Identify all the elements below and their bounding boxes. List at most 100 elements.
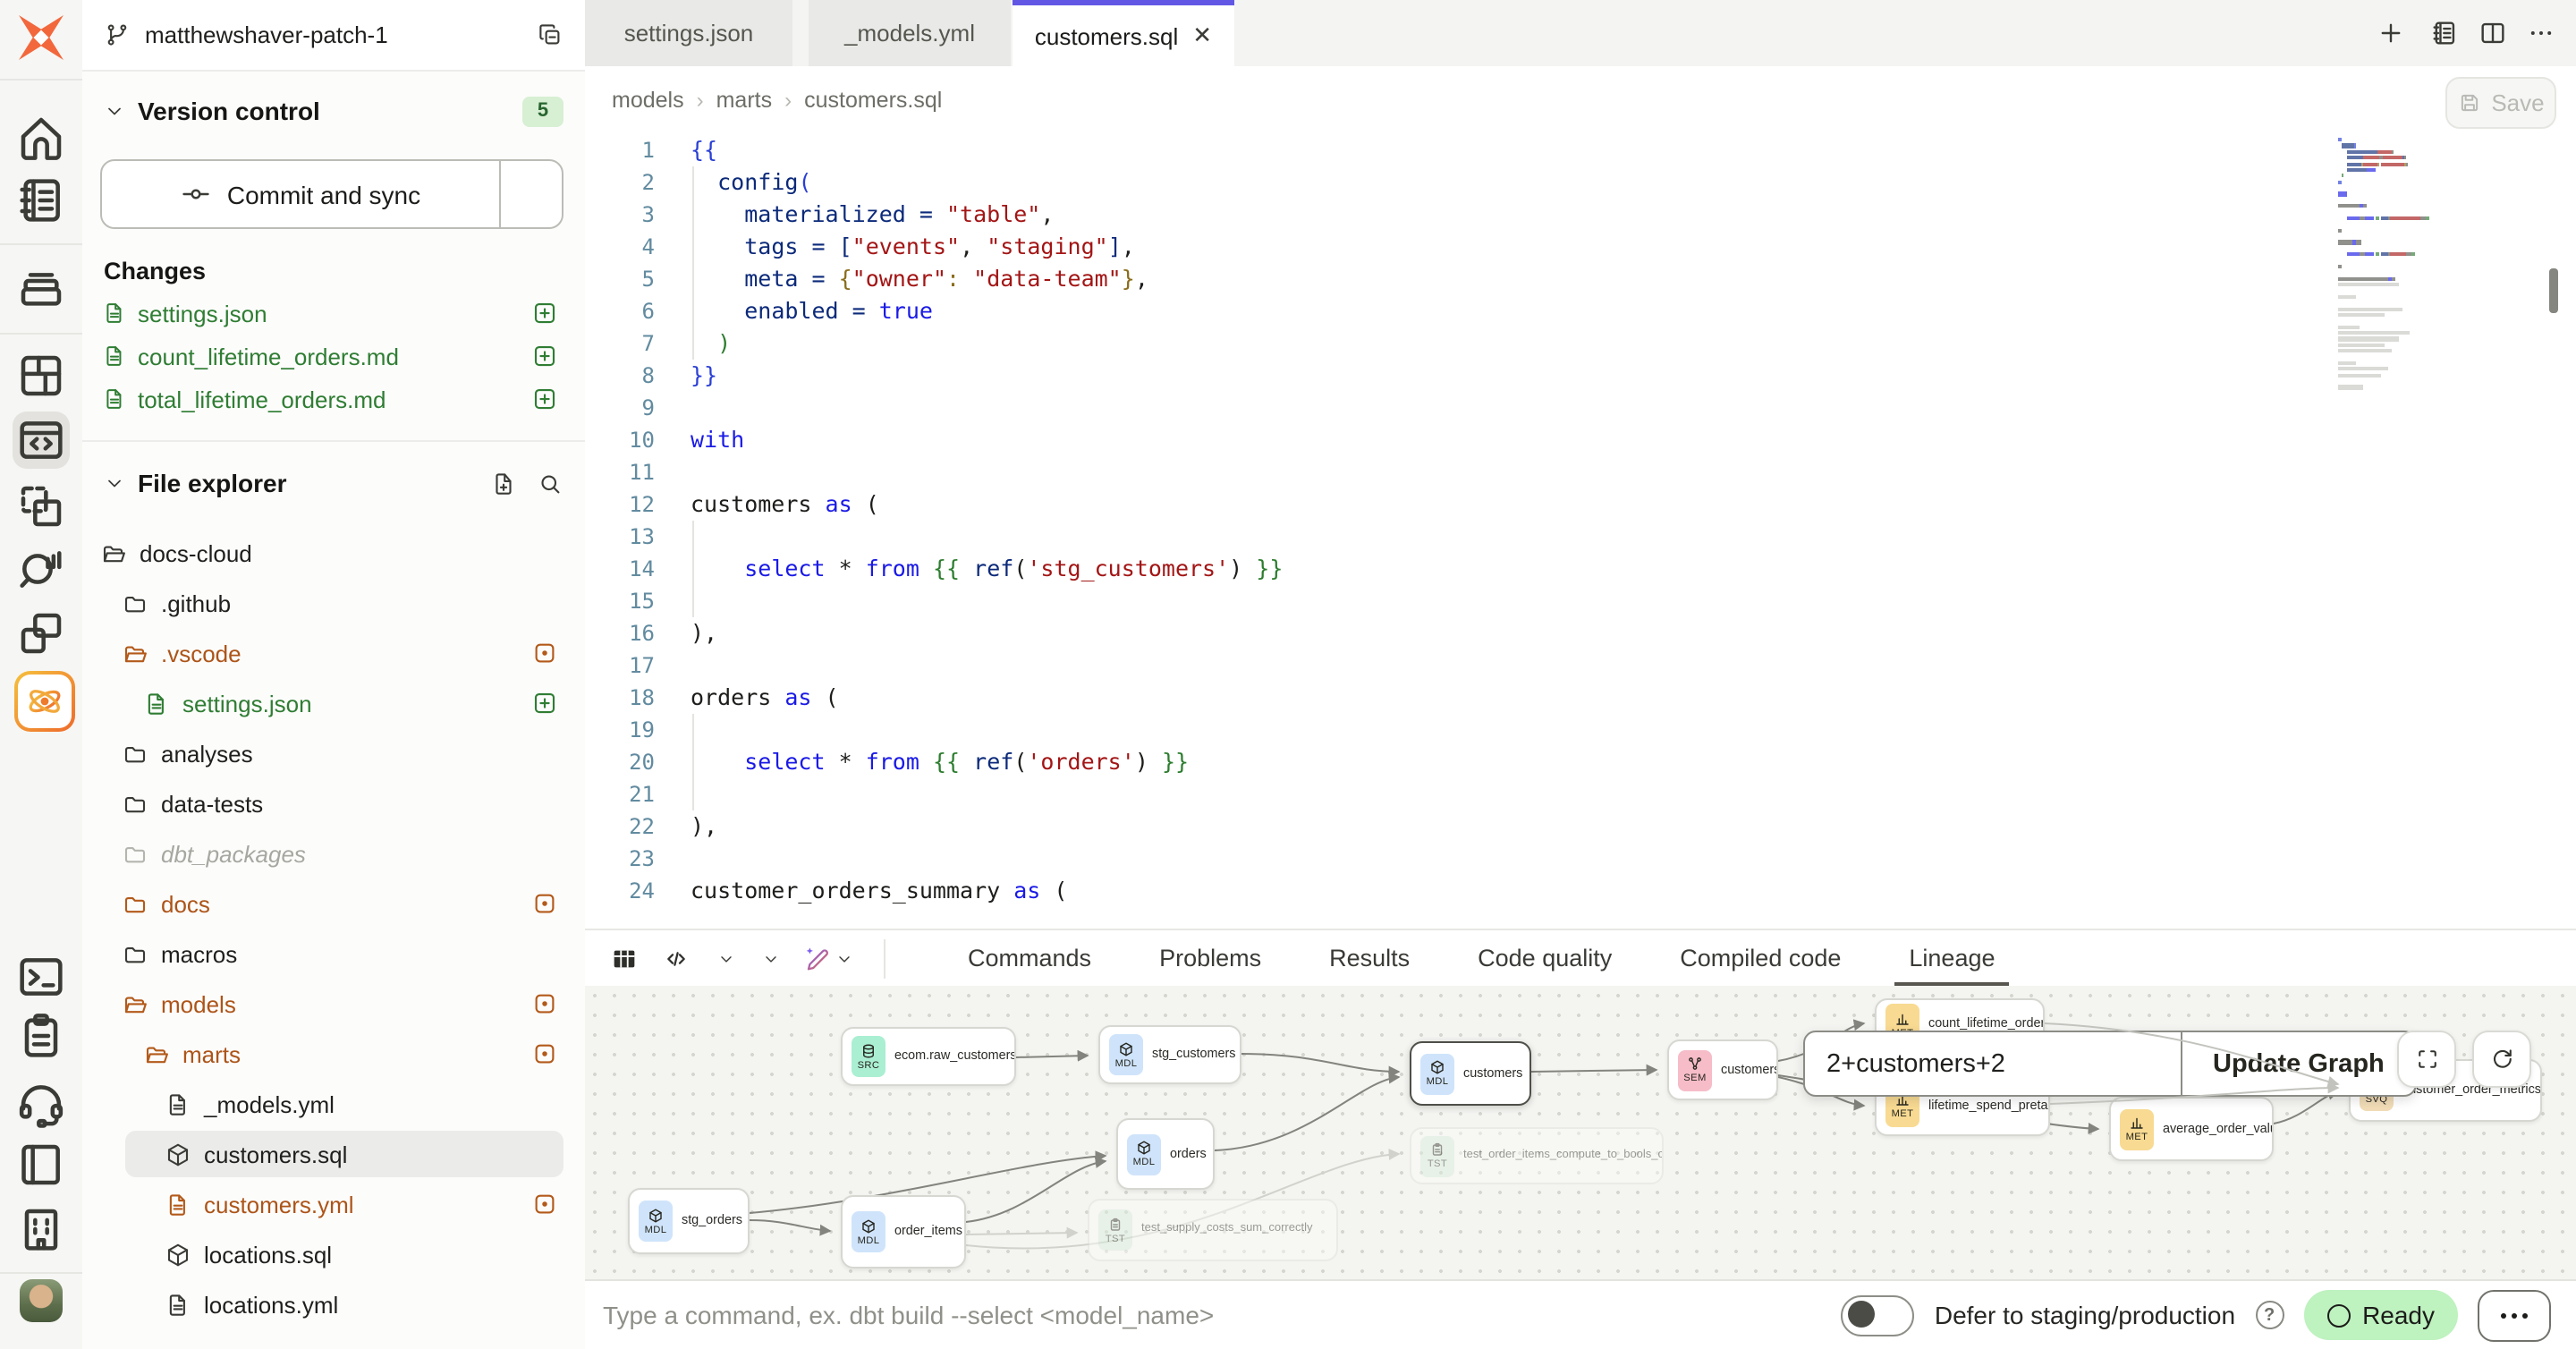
- lineage-node-test_supply_costs_sum_correctly[interactable]: TSTtest_supply_costs_sum_correctly: [1088, 1199, 1338, 1261]
- status-badge[interactable]: Ready: [2303, 1290, 2458, 1340]
- rail-item-dashboard[interactable]: [13, 347, 70, 404]
- copy-icon[interactable]: [537, 21, 564, 48]
- tree-item-customers.sql[interactable]: customers.sql: [82, 1129, 585, 1179]
- panel-tab-results[interactable]: Results: [1329, 929, 1410, 987]
- tab-_models.yml[interactable]: _models.yml: [809, 0, 1011, 66]
- tree-item-models[interactable]: models: [82, 979, 585, 1029]
- rail-item-support[interactable]: [13, 1075, 70, 1133]
- code-line[interactable]: 15: [585, 585, 2576, 617]
- plus-icon[interactable]: [2376, 18, 2406, 48]
- stage-file-icon[interactable]: [531, 386, 558, 412]
- lineage-selector-input[interactable]: 2+customers+2: [1805, 1032, 2181, 1095]
- version-control-header[interactable]: Version control 5: [82, 89, 585, 132]
- tree-item-.github[interactable]: .github: [82, 578, 585, 628]
- code-line[interactable]: 17: [585, 649, 2576, 682]
- dots-icon[interactable]: [2526, 18, 2556, 48]
- rail-item-tasks[interactable]: [13, 1007, 70, 1065]
- lineage-node-order_items[interactable]: MDLorder_items: [841, 1195, 966, 1268]
- lineage-node-average_order_value[interactable]: METaverage_order_value: [2109, 1097, 2274, 1161]
- rail-item-notebook[interactable]: [13, 172, 70, 229]
- rail-item-apps[interactable]: [13, 605, 70, 662]
- lineage-canvas[interactable]: SRCecom.raw_customersMDLstg_customersMDL…: [585, 986, 2576, 1279]
- lineage-node-ecom.raw_customers[interactable]: SRCecom.raw_customers: [841, 1027, 1016, 1086]
- save-button[interactable]: Save: [2445, 77, 2556, 129]
- rail-item-organization[interactable]: [13, 1201, 70, 1258]
- minimap[interactable]: [2338, 138, 2517, 392]
- chevron-down-icon[interactable]: [758, 949, 780, 967]
- tab-settings.json[interactable]: settings.json: [585, 0, 792, 66]
- tree-item-docs-cloud[interactable]: docs-cloud: [82, 528, 585, 578]
- update-graph-button[interactable]: Update Graph: [2181, 1032, 2415, 1095]
- changed-file-count_lifetime_orders.md[interactable]: count_lifetime_orders.md: [82, 335, 585, 378]
- help-icon[interactable]: ?: [2255, 1301, 2284, 1329]
- code-line[interactable]: 22),: [585, 810, 2576, 843]
- defer-toggle[interactable]: [1842, 1294, 1915, 1336]
- code-line[interactable]: 21: [585, 778, 2576, 810]
- code-line[interactable]: 24customer_orders_summary as (: [585, 875, 2576, 907]
- panel-tab-commands[interactable]: Commands: [968, 929, 1091, 987]
- chevron-down-icon[interactable]: [832, 949, 853, 967]
- changed-file-settings.json[interactable]: settings.json: [82, 292, 585, 335]
- tree-item-dbt_packages[interactable]: dbt_packages: [82, 828, 585, 878]
- code-line[interactable]: 10with: [585, 424, 2576, 456]
- code-line[interactable]: 18orders as (: [585, 682, 2576, 714]
- ai-assist-icon[interactable]: [803, 944, 832, 972]
- panel-tab-code-quality[interactable]: Code quality: [1478, 929, 1612, 987]
- lineage-node-test_order_items_compute_to_bools_correctly[interactable]: TSTtest_order_items_compute_to_bools_cor…: [1410, 1127, 1664, 1184]
- tree-item-locations.sql[interactable]: locations.sql: [82, 1229, 585, 1279]
- code-line[interactable]: 12customers as (: [585, 488, 2576, 521]
- tab-customers.sql[interactable]: customers.sql✕: [1013, 0, 1234, 66]
- commit-and-sync-button[interactable]: Commit and sync: [100, 159, 564, 229]
- tree-item-.vscode[interactable]: .vscode: [82, 628, 585, 678]
- panel-tab-problems[interactable]: Problems: [1159, 929, 1261, 987]
- rail-item-environments[interactable]: [13, 259, 70, 317]
- tree-item-locations.yml[interactable]: locations.yml: [82, 1279, 585, 1329]
- tree-item-docs[interactable]: docs: [82, 878, 585, 929]
- rail-item-docs[interactable]: [13, 1136, 70, 1193]
- code-line[interactable]: 11: [585, 456, 2576, 488]
- lineage-node-customers[interactable]: MDLcustomers: [1410, 1041, 1531, 1106]
- chevron-down-icon[interactable]: [714, 949, 735, 967]
- code-line[interactable]: 4 tags = ["events", "staging"],: [585, 231, 2576, 263]
- code-editor[interactable]: 1{{2 config(3 materialized = "table",4 t…: [585, 134, 2576, 929]
- tree-item-macros[interactable]: macros: [82, 929, 585, 979]
- split-icon[interactable]: [2478, 18, 2508, 48]
- tree-item-analyses[interactable]: analyses: [82, 728, 585, 778]
- tree-item-data-tests[interactable]: data-tests: [82, 778, 585, 828]
- lineage-node-customers[interactable]: SEMcustomers: [1667, 1039, 1778, 1100]
- lineage-node-stg_orders[interactable]: MDLstg_orders: [628, 1188, 750, 1254]
- refresh-button[interactable]: [2472, 1031, 2531, 1088]
- commit-options-caret[interactable]: [499, 161, 562, 227]
- changed-file-total_lifetime_orders.md[interactable]: total_lifetime_orders.md: [82, 378, 585, 420]
- code-line[interactable]: 19: [585, 714, 2576, 746]
- panel-tab-lineage[interactable]: Lineage: [1909, 929, 1995, 987]
- breadcrumb-marts[interactable]: marts: [716, 88, 773, 113]
- more-options-button[interactable]: [2478, 1289, 2551, 1341]
- notebook-icon[interactable]: [2429, 18, 2460, 48]
- tree-item-marts[interactable]: marts: [82, 1029, 585, 1079]
- stage-file-icon[interactable]: [531, 300, 558, 327]
- tree-item-settings.json[interactable]: settings.json: [82, 678, 585, 728]
- lineage-node-orders[interactable]: MDLorders: [1116, 1118, 1215, 1190]
- code-line[interactable]: 20 select * from {{ ref('orders') }}: [585, 746, 2576, 778]
- code-line[interactable]: 5 meta = {"owner": "data-team"},: [585, 263, 2576, 295]
- code-line[interactable]: 9: [585, 392, 2576, 424]
- code-icon[interactable]: [662, 944, 691, 972]
- code-line[interactable]: 13: [585, 521, 2576, 553]
- copilot-icon[interactable]: [14, 671, 75, 732]
- command-input[interactable]: Type a command, ex. dbt build --select <…: [603, 1301, 1214, 1329]
- code-line[interactable]: 2 config(: [585, 166, 2576, 199]
- new-file-icon[interactable]: [490, 470, 517, 496]
- code-line[interactable]: 23: [585, 843, 2576, 875]
- results-table-icon[interactable]: [610, 944, 639, 972]
- avatar[interactable]: [20, 1279, 63, 1322]
- branch-selector[interactable]: matthewshaver-patch-1: [82, 0, 585, 72]
- code-line[interactable]: 7 ): [585, 327, 2576, 360]
- code-line[interactable]: 8}}: [585, 360, 2576, 392]
- code-line[interactable]: 1{{: [585, 134, 2576, 166]
- scrollbar-thumb[interactable]: [2549, 268, 2558, 313]
- rail-item-canvas[interactable]: [13, 478, 70, 535]
- breadcrumb-models[interactable]: models: [612, 88, 684, 113]
- code-line[interactable]: 16),: [585, 617, 2576, 649]
- dbt-logo-icon[interactable]: [18, 14, 64, 61]
